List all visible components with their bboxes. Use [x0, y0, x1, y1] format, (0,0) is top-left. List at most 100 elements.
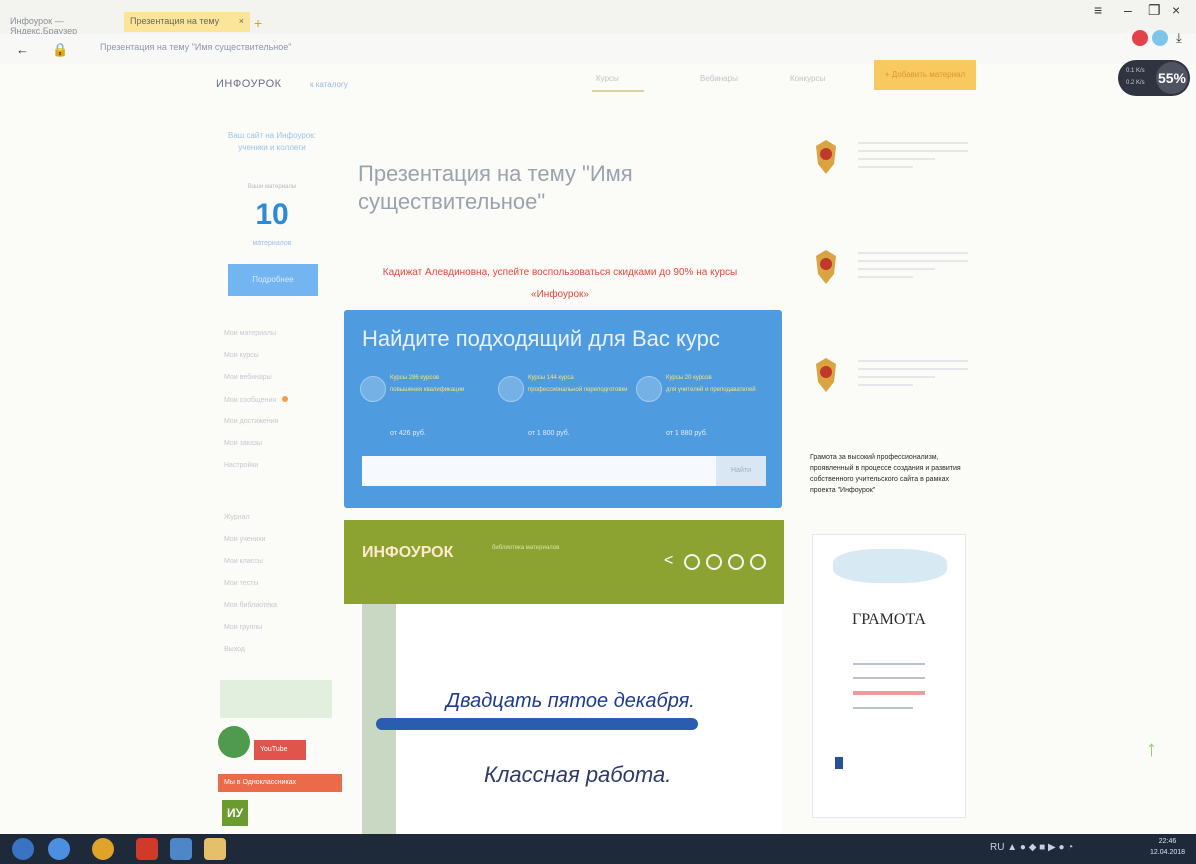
nav-contests[interactable]: Конкурсы — [790, 74, 825, 83]
course-category-2[interactable]: Курсы 144 курса профессиональной перепод… — [498, 372, 628, 456]
facebook-icon[interactable] — [728, 554, 744, 570]
course-finder-panel: Найдите подходящий для Вас курс Курсы 28… — [344, 310, 782, 508]
infourok-library-banner[interactable]: ИНФОУРОК библиотека материалов < — [344, 520, 784, 604]
sidebar-item[interactable]: Мои группы — [224, 624, 314, 646]
discount-promo-text[interactable]: Кадижат Алевдиновна, успейте воспользова… — [354, 262, 766, 306]
sidebar-item[interactable]: Моя библиотека — [224, 602, 314, 624]
course-category-price: от 1 880 руб. — [666, 430, 708, 437]
gramota-title: ГРАМОТА — [852, 611, 926, 628]
folder-icon[interactable] — [204, 838, 226, 860]
youtube-button[interactable]: YouTube — [254, 740, 306, 760]
gramota-ornament — [833, 549, 947, 583]
sidebar-item[interactable]: Мои курсы — [224, 352, 314, 374]
share-icon[interactable]: < — [664, 552, 673, 570]
course-category-text: Курсы 144 курса профессиональной перепод… — [528, 372, 628, 396]
sidebar-item-label: Мои классы — [224, 558, 263, 565]
sidebar-item[interactable]: Мои вебинары — [224, 374, 314, 396]
scroll-to-top-arrow-icon[interactable]: ↑ — [1146, 736, 1157, 762]
network-speed-widget: 0.1 K/s 0.2 K/s 55% — [1118, 60, 1190, 96]
gramota-line — [853, 663, 925, 665]
certificate-list-item[interactable] — [810, 356, 970, 416]
slide-underline-stroke — [376, 718, 698, 730]
catalog-link[interactable]: к каталогу — [310, 80, 348, 89]
start-button-icon[interactable] — [12, 838, 34, 860]
extension-icon[interactable] — [1152, 30, 1168, 46]
gramota-logo-mark — [835, 757, 843, 769]
close-icon[interactable]: × — [239, 16, 244, 26]
certificate-text-lines — [858, 360, 968, 392]
close-window-icon[interactable]: × — [1172, 2, 1180, 18]
sidebar-item[interactable]: Мои классы — [224, 558, 314, 580]
screen: Инфоурок — Яндекс.Браузер Презентация на… — [0, 0, 1196, 864]
system-tray-icons[interactable]: RU ▲ ● ◆ ■ ▶ ● ◔ — [990, 842, 1073, 853]
iu-logo[interactable]: ИУ — [222, 800, 248, 826]
nav-webinars[interactable]: Вебинары — [700, 74, 738, 83]
sidebar-item[interactable]: Выход — [224, 646, 314, 668]
vk-icon[interactable] — [684, 554, 700, 570]
nav-courses[interactable]: Курсы — [596, 74, 619, 83]
coat-of-arms-icon — [816, 140, 836, 174]
odnoklassniki-icon[interactable] — [706, 554, 722, 570]
yandex-icon[interactable] — [136, 838, 158, 860]
sidebar-promo-block[interactable] — [220, 680, 332, 718]
course-category-desc: для учителей и преподавателей — [666, 387, 756, 393]
gramota-line — [853, 707, 913, 709]
menu-icon[interactable]: ≡ — [1094, 2, 1102, 18]
slide-decoration-top — [396, 604, 782, 652]
ie-icon[interactable] — [48, 838, 70, 860]
nav-active-underline — [592, 90, 644, 92]
course-category-price: от 1 800 руб. — [528, 430, 570, 437]
slide-class-work-text: Классная работа. — [484, 762, 672, 787]
sidebar-item[interactable]: Мои ученики — [224, 536, 314, 558]
add-material-button[interactable]: + Добавить материал — [874, 60, 976, 90]
sidebar-item[interactable]: Журнал — [224, 514, 314, 536]
course-category-desc: профессиональной переподготовки — [528, 387, 628, 393]
new-tab-icon[interactable]: + — [254, 15, 262, 31]
clock-time: 22:46 — [1158, 838, 1177, 845]
clock[interactable]: 22:46 12.04.2018 — [1150, 836, 1185, 858]
sidebar-item[interactable]: Мои достижения — [224, 418, 314, 440]
certificate-list-item[interactable] — [810, 248, 970, 308]
sidebar-item[interactable]: Мои заказы — [224, 440, 314, 462]
sidebar-menu: Мои материалы Мои курсы Мои вебинары Мои… — [224, 330, 314, 668]
slide-date-text: Двадцать пятое декабря. — [446, 690, 695, 712]
maximize-icon[interactable]: ❐ — [1148, 2, 1161, 19]
adblock-icon[interactable] — [1132, 30, 1148, 46]
course-category-1[interactable]: Курсы 286 курсов повышения квалификации … — [360, 372, 490, 456]
lock-icon: 🔒 — [52, 42, 69, 57]
sidebar-item-label: Мои достижения — [224, 418, 279, 425]
sidebar-item[interactable]: Мои тесты — [224, 580, 314, 602]
course-category-label: Курсы 286 курсов — [390, 375, 439, 381]
site-logo[interactable]: ИНФОУРОК — [216, 78, 282, 90]
certificate-text-lines — [858, 252, 968, 284]
upload-speed: 0.1 K/s — [1126, 68, 1145, 74]
sidebar-item-label: Настройки — [224, 462, 259, 469]
chrome-icon[interactable] — [92, 838, 114, 860]
course-category-3[interactable]: Курсы 20 курсов для учителей и преподава… — [636, 372, 766, 456]
twitter-icon[interactable] — [750, 554, 766, 570]
browser-tab-2-active[interactable]: Презентация на тему × — [124, 12, 250, 32]
sidebar-site-link[interactable]: Ваш сайт на Инфоурок: ученики и коллеги — [226, 130, 318, 154]
sidebar-item-label: Мои группы — [224, 624, 263, 631]
course-search-input[interactable]: Найти — [362, 456, 766, 486]
coat-of-arms-icon — [816, 358, 836, 392]
course-search-button[interactable]: Найти — [716, 456, 766, 486]
course-category-text: Курсы 20 курсов для учителей и преподава… — [666, 372, 766, 396]
back-arrow-icon[interactable]: ← — [16, 42, 29, 57]
sidebar-item[interactable]: Мои сообщения — [224, 396, 314, 418]
tab-label: Презентация на тему — [130, 16, 220, 26]
browser-tab-1[interactable]: Инфоурок — Яндекс.Браузер — [4, 12, 116, 36]
sidebar-item-label: Мои сообщения — [224, 397, 277, 404]
sidebar-details-button[interactable]: Подробнее — [228, 264, 318, 296]
odnoklassniki-banner[interactable]: Мы в Одноклассниках — [218, 774, 342, 792]
skype-icon[interactable] — [170, 838, 192, 860]
sidebar-item[interactable]: Мои материалы — [224, 330, 314, 352]
coat-of-arms-icon — [816, 250, 836, 284]
avatar[interactable] — [218, 726, 250, 758]
minimize-icon[interactable]: – — [1124, 2, 1132, 18]
certificate-list-item[interactable] — [810, 138, 970, 198]
sidebar-item[interactable]: Настройки — [224, 462, 314, 484]
address-text[interactable]: Презентация на тему "Имя существительное… — [100, 42, 291, 52]
gramota-certificate-image[interactable]: ГРАМОТА — [812, 534, 966, 818]
download-icon[interactable]: ⤓ — [1176, 30, 1182, 46]
